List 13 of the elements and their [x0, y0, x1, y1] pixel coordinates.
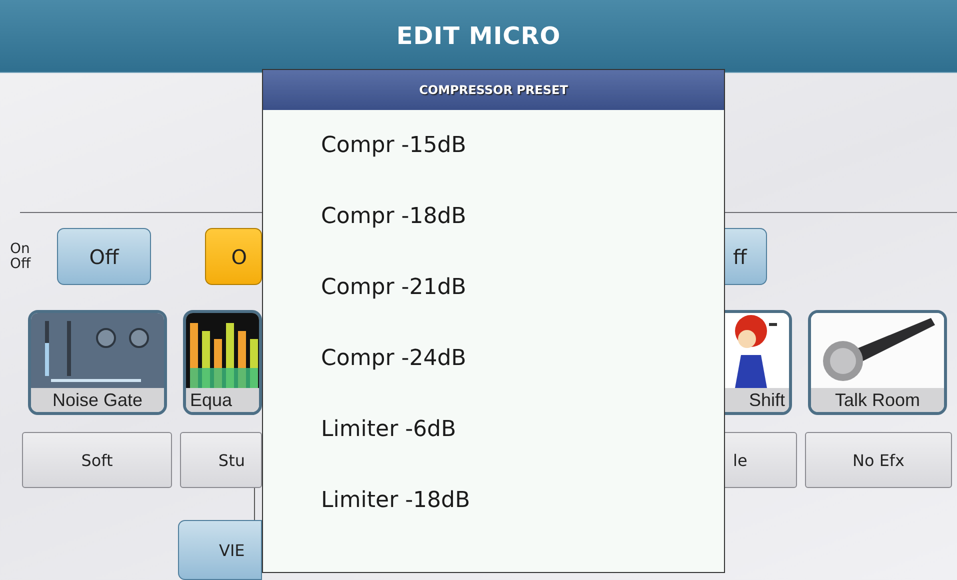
preset-button[interactable]: Stu	[180, 432, 262, 488]
toggle-button[interactable]: O	[205, 228, 262, 285]
window-title: EDIT MICRO	[396, 22, 561, 50]
effect-tile[interactable]: Equa	[183, 310, 262, 415]
preset-button[interactable]: Soft	[22, 432, 172, 488]
toggle-button[interactable]: Off	[57, 228, 151, 285]
preset-button[interactable]: No Efx	[805, 432, 952, 488]
preset-item[interactable]: Compr -15dB	[263, 110, 724, 181]
switch-label: On Off	[10, 242, 32, 272]
effect-tile[interactable]: Talk Room	[808, 310, 947, 415]
popup-title: COMPRESSOR PRESET	[419, 83, 568, 97]
view-button[interactable]: VIE	[178, 520, 262, 580]
effect-tile[interactable]: Noise Gate	[28, 310, 167, 415]
